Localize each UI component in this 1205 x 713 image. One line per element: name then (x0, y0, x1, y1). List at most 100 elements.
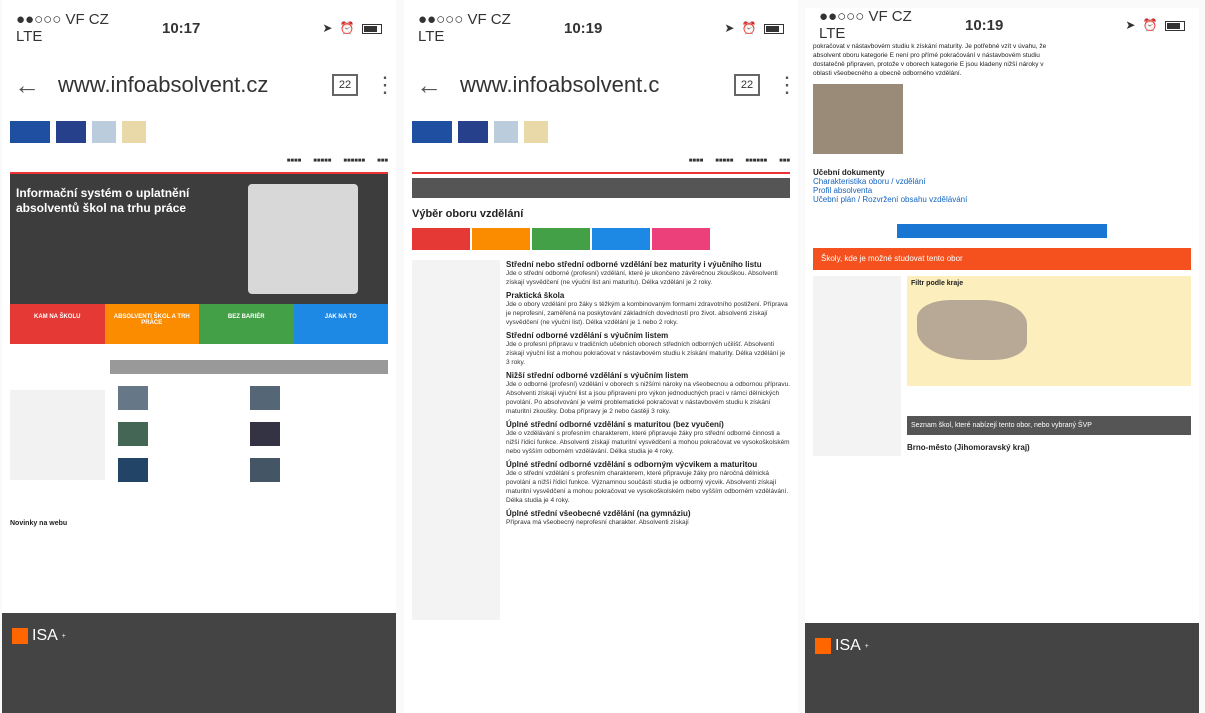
list-item[interactable]: Střední odborné vzdělání s výučním liste… (506, 331, 790, 367)
eu-flag-logo (458, 121, 488, 143)
phone-screen-1: ●●○○○ VF CZ LTE 10:17 ➤ ⏰ ← www.infoabso… (2, 0, 396, 713)
breadcrumb-bar (412, 178, 790, 198)
status-icons: ➤ ⏰ (724, 21, 784, 35)
schools-bar: Školy, kde je možné studovat tento obor (813, 248, 1191, 270)
hero-banner: Informační systém o uplatnění absolventů… (10, 174, 388, 344)
content-area: Střední nebo střední odborné vzdělání be… (412, 260, 790, 620)
web-page: pokračovat v nástavbovém studiu k získán… (805, 42, 1199, 456)
czech-map[interactable] (917, 300, 1027, 360)
battery-icon (1165, 20, 1185, 31)
tab-count-button[interactable]: 22 (734, 74, 760, 96)
chip[interactable] (532, 228, 590, 250)
msmt-logo (494, 121, 518, 143)
thumb (118, 422, 148, 446)
back-arrow-icon[interactable]: ← (14, 70, 58, 101)
back-arrow-icon[interactable]: ← (416, 70, 460, 101)
logo-strip (412, 114, 790, 150)
students-photo (248, 184, 358, 294)
eu-flag-logo (56, 121, 86, 143)
chip[interactable] (652, 228, 710, 250)
msmt-logo (92, 121, 116, 143)
thumb (118, 458, 148, 482)
workshop-photo (813, 84, 903, 154)
side-links (10, 390, 105, 480)
isa-square-icon (12, 628, 28, 644)
battery-icon (362, 23, 382, 34)
status-bar: ●●○○○ VF CZ LTE 10:19 ➤ ⏰ (404, 0, 798, 56)
site-footer: ISA + (2, 613, 396, 713)
carrier: ●●○○○ VF CZ LTE (819, 8, 912, 42)
chip[interactable] (592, 228, 650, 250)
chip[interactable] (472, 228, 530, 250)
thumb (250, 458, 280, 482)
battery-icon (764, 23, 784, 34)
nav-item[interactable]: ■■■ (377, 158, 388, 164)
status-bar: ●●○○○ VF CZ LTE 10:17 ➤ ⏰ (2, 0, 396, 56)
web-page: ■■■■ ■■■■■ ■■■■■■ ■■■ Informační systém o u… (2, 114, 396, 527)
doc-link[interactable]: Učební plán / Rozvržení obsahu vzděláván… (813, 195, 1191, 204)
docs-heading: Učební dokumenty (813, 168, 885, 177)
nav-item[interactable]: ■■■ (779, 158, 790, 164)
nav-item[interactable]: ■■■■■■ (745, 158, 767, 164)
list-item[interactable]: Úplné střední všeobecné vzdělání (na gym… (506, 509, 790, 527)
clock: 10:19 (564, 19, 603, 37)
nav-item[interactable]: ■■■■ (689, 158, 704, 164)
tile-bez-barier[interactable]: BEZ BARIÉR (199, 304, 294, 344)
tile-absolventi[interactable]: ABSOLVENTI ŠKOL A TRH PRÁCE (104, 304, 199, 344)
nav-item[interactable]: ■■■■■■ (343, 158, 365, 164)
map-column: Filtr podle kraje Seznam škol, které nab… (907, 276, 1191, 456)
thumb (250, 386, 280, 410)
url-field[interactable]: www.infoabsolvent.c (460, 72, 718, 98)
field-list: Střední nebo střední odborné vzdělání be… (506, 260, 790, 620)
nuv-logo (122, 121, 146, 143)
save-button[interactable] (897, 224, 1107, 238)
nuv-logo (524, 121, 548, 143)
isa-logo: ISA + (815, 637, 1189, 655)
carrier: ●●○○○ VF CZ LTE (418, 11, 511, 45)
clock: 10:19 (965, 16, 1004, 34)
doc-link[interactable]: Charakteristika oboru / vzdělání (813, 177, 1191, 186)
status-bar: ●●○○○ VF CZ LTE 10:19 ➤ ⏰ (805, 8, 1199, 42)
nav-item[interactable]: ■■■■■ (715, 158, 733, 164)
featured-section (10, 360, 388, 510)
list-item[interactable]: Úplné střední odborné vzdělání s odborný… (506, 460, 790, 505)
tab-count-button[interactable]: 22 (332, 74, 358, 96)
hero-title: Informační systém o uplatnění absolventů… (16, 186, 190, 215)
list-item[interactable]: Střední nebo střední odborné vzdělání be… (506, 260, 790, 287)
overflow-menu-icon[interactable]: ⋮ (374, 72, 396, 98)
carrier: ●●○○○ VF CZ LTE (16, 11, 109, 45)
category-chips (412, 228, 790, 250)
doc-link[interactable]: Profil absolventa (813, 186, 1191, 195)
phone-screen-3: ●●○○○ VF CZ LTE 10:19 ➤ ⏰ pokračovat v n… (805, 8, 1199, 713)
map-title: Filtr podle kraje (911, 280, 964, 287)
list-item[interactable]: Úplné střední odborné vzdělání s maturit… (506, 420, 790, 456)
phone-screen-2: ●●○○○ VF CZ LTE 10:19 ➤ ⏰ ← www.infoabso… (404, 0, 798, 713)
nav-item[interactable]: ■■■■■ (313, 158, 331, 164)
intro-text: pokračovat v nástavbovém studiu k získán… (813, 43, 1047, 77)
status-icons: ➤ ⏰ (1125, 18, 1185, 32)
tile-kam-na-skolu[interactable]: KAM NA ŠKOLU (10, 304, 105, 344)
esf-logo (10, 121, 50, 143)
status-icons: ➤ ⏰ (322, 21, 382, 35)
tile-jak-na-to[interactable]: JAK NA TO (293, 304, 388, 344)
filter-sidebar (412, 260, 500, 620)
region-map: Filtr podle kraje (907, 276, 1191, 386)
featured-header (110, 360, 388, 374)
overflow-menu-icon[interactable]: ⋮ (776, 72, 798, 98)
url-field[interactable]: www.infoabsolvent.cz (58, 72, 316, 98)
isa-square-icon (815, 638, 831, 654)
filter-sidebar (813, 276, 901, 456)
web-page: ■■■■ ■■■■■ ■■■■■■ ■■■ Výběr oboru vzdělání … (404, 114, 798, 620)
site-nav: ■■■■ ■■■■■ ■■■■■■ ■■■ (10, 150, 388, 174)
site-nav: ■■■■ ■■■■■ ■■■■■■ ■■■ (412, 150, 790, 174)
schools-list-bar: Seznam škol, které nabízejí tento obor, … (907, 416, 1191, 435)
list-item[interactable]: Nižší střední odborné vzdělání s výučním… (506, 371, 790, 416)
esf-logo (412, 121, 452, 143)
chip[interactable] (412, 228, 470, 250)
nav-item[interactable]: ■■■■ (287, 158, 302, 164)
browser-toolbar: ← www.infoabsolvent.cz 22 ⋮ (2, 56, 396, 114)
filter-area: Filtr podle kraje Seznam škol, které nab… (813, 276, 1191, 456)
page-heading: Výběr oboru vzdělání (412, 208, 524, 220)
thumb (118, 386, 148, 410)
list-item[interactable]: Praktická škola Jde o obory vzdělání pro … (506, 291, 790, 327)
